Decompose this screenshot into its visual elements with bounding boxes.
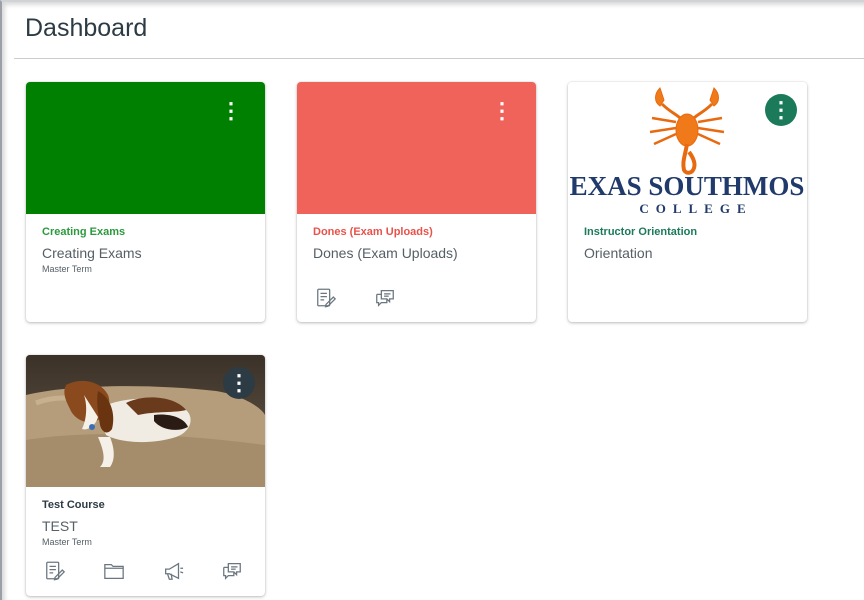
course-card-actions	[315, 287, 433, 311]
course-code-link[interactable]: Creating Exams	[42, 226, 125, 238]
discussions-icon[interactable]	[374, 287, 433, 311]
course-card-dones[interactable]: ⋮ Dones (Exam Uploads) Dones (Exam Uploa…	[297, 82, 536, 322]
assignments-icon[interactable]	[44, 560, 103, 584]
svg-text:EXAS SOUTHMOS: EXAS SOUTHMOS	[570, 171, 805, 201]
course-term: Master Term	[42, 264, 92, 274]
course-code-link[interactable]: Dones (Exam Uploads)	[313, 226, 433, 238]
course-term: Master Term	[42, 537, 92, 547]
discussions-icon[interactable]	[221, 560, 265, 584]
course-card-options-icon[interactable]: ⋮	[486, 95, 518, 127]
course-card-actions	[44, 560, 265, 584]
files-icon[interactable]	[103, 560, 162, 584]
page-title: Dashboard	[25, 14, 148, 42]
course-card-options-icon[interactable]: ⋮	[223, 367, 255, 399]
course-card-creating-exams[interactable]: ⋮ Creating Exams Creating Exams Master T…	[26, 82, 265, 322]
course-name: TEST	[42, 518, 78, 534]
course-name: Creating Exams	[42, 245, 142, 261]
course-name: Dones (Exam Uploads)	[313, 245, 458, 261]
course-card-instructor-orientation[interactable]: EXAS SOUTHMOS COLLEGE ⋮ Instructor Orien…	[568, 82, 807, 322]
course-name: Orientation	[584, 245, 653, 261]
announcements-icon[interactable]	[162, 560, 221, 584]
course-card-options-icon[interactable]: ⋮	[765, 94, 797, 126]
header-divider	[14, 58, 864, 59]
course-code-link[interactable]: Instructor Orientation	[584, 226, 697, 238]
course-card-test-course[interactable]: ⋮ Test Course TEST Master Term	[26, 355, 265, 596]
assignments-icon[interactable]	[315, 287, 374, 311]
svg-text:COLLEGE: COLLEGE	[639, 201, 752, 214]
course-card-options-icon[interactable]: ⋮	[215, 95, 247, 127]
course-code-link[interactable]: Test Course	[42, 499, 105, 511]
